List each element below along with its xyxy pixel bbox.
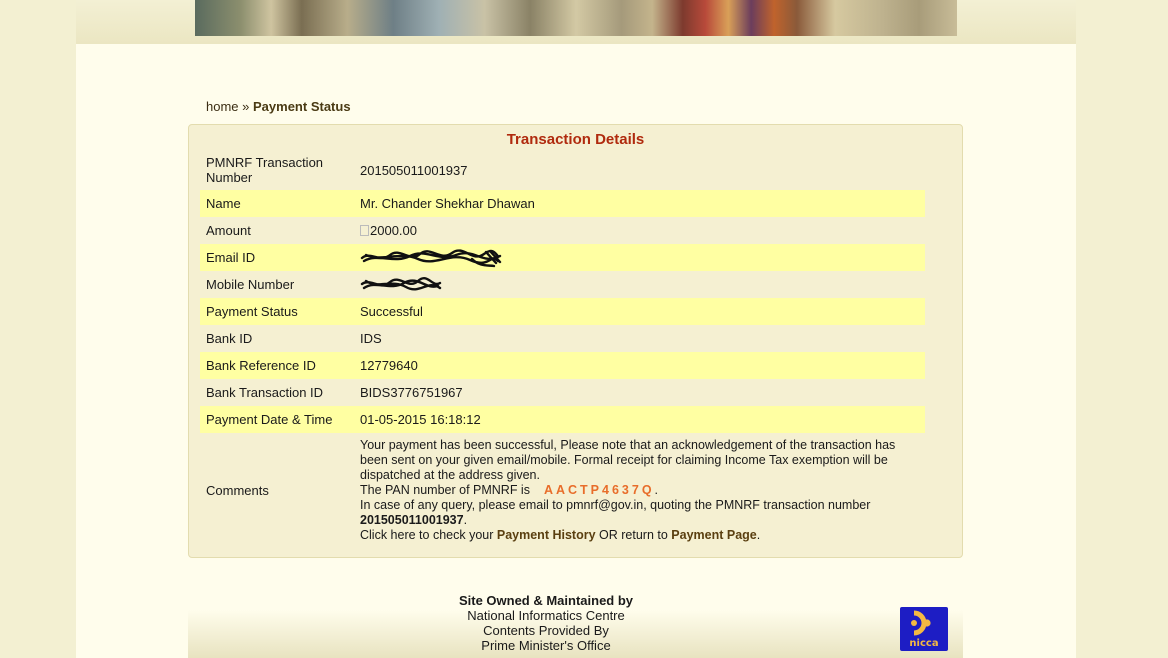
row-label: Comments	[206, 482, 269, 498]
table-row: Bank Reference ID 12779640	[200, 352, 925, 379]
query-text: In case of any query, please email to pm…	[360, 497, 871, 512]
comment-line-acknowledgement: Your payment has been successful, Please…	[360, 437, 896, 482]
table-row: Bank Transaction ID BIDS3776751967	[200, 379, 925, 406]
pan-number: AACTP4637Q	[543, 482, 655, 497]
table-row: PMNRF Transaction Number 201505011001937	[200, 150, 925, 190]
header-banner-image	[195, 0, 957, 36]
row-value: 12779640	[360, 358, 418, 373]
comments-text: Your payment has been successful, Please…	[360, 438, 900, 543]
row-value: Successful	[360, 304, 423, 319]
row-label: Bank Transaction ID	[206, 385, 324, 400]
or-text: OR return to	[599, 527, 668, 542]
row-value	[360, 275, 925, 295]
footer-pmo: Prime Minister's Office	[481, 638, 611, 653]
transaction-details-panel: Transaction Details PMNRF Transaction Nu…	[188, 124, 963, 558]
rupee-icon	[360, 225, 369, 236]
footer-nic: National Informatics Centre	[467, 608, 625, 623]
nicca-logo-label: nicca	[909, 638, 939, 649]
table-row: Email ID	[200, 244, 925, 271]
txn-number-bold: 201505011001937	[360, 512, 464, 527]
nicca-logo: nicca	[900, 607, 948, 651]
row-value: IDS	[360, 331, 382, 346]
row-value: 201505011001937	[360, 162, 468, 178]
row-label: Payment Status	[206, 304, 298, 319]
row-label: PMNRF Transaction Number	[206, 155, 324, 185]
row-label: Amount	[206, 223, 251, 238]
comment-line-pan: The PAN number of PMNRF is AACTP4637Q.	[360, 482, 659, 497]
footer: Site Owned & Maintained by National Info…	[446, 593, 646, 653]
redaction-scribble-icon	[360, 276, 442, 290]
click-prefix: Click here to check your	[360, 527, 494, 542]
row-label: Bank Reference ID	[206, 358, 316, 373]
comments-value: Your payment has been successful, Please…	[360, 438, 925, 543]
nicca-logo-icon	[911, 610, 931, 636]
row-value: BIDS3776751967	[360, 385, 463, 400]
breadcrumb-current: Payment Status	[253, 99, 351, 114]
breadcrumb-home-link[interactable]: home	[206, 99, 239, 114]
amount-value: 2000.00	[370, 223, 417, 238]
table-row: Bank ID IDS	[200, 325, 925, 352]
table-row: Payment Status Successful	[200, 298, 925, 325]
page-container: home » Payment Status Transaction Detail…	[76, 0, 1076, 658]
comment-line-links: Click here to check your Payment History…	[360, 527, 761, 542]
payment-page-link[interactable]: Payment Page	[671, 528, 756, 542]
table-row: Mobile Number	[200, 271, 925, 298]
transaction-table: PMNRF Transaction Number 201505011001937…	[200, 150, 925, 547]
pan-prefix: The PAN number of PMNRF is	[360, 482, 530, 497]
table-row: Amount 2000.00	[200, 217, 925, 244]
table-row: Name Mr. Chander Shekhar Dhawan	[200, 190, 925, 217]
row-value: Mr. Chander Shekhar Dhawan	[360, 196, 535, 211]
row-label: Bank ID	[206, 331, 253, 346]
row-label: Name	[206, 196, 241, 211]
breadcrumb: home » Payment Status	[206, 99, 351, 114]
comment-line-query: In case of any query, please email to pm…	[360, 497, 871, 527]
table-row-comments: Comments Your payment has been successfu…	[200, 433, 925, 547]
row-label: Payment Date & Time	[206, 412, 333, 427]
table-row: Payment Date & Time 01-05-2015 16:18:12	[200, 406, 925, 433]
footer-contents-label: Contents Provided By	[483, 623, 609, 638]
breadcrumb-separator: »	[242, 99, 250, 114]
row-value: 01-05-2015 16:18:12	[360, 412, 481, 427]
row-label: Email ID	[206, 250, 256, 265]
payment-history-link[interactable]: Payment History	[497, 528, 596, 542]
redaction-scribble-icon	[360, 248, 502, 267]
footer-owned-label: Site Owned & Maintained by	[458, 593, 634, 608]
row-label: Mobile Number	[206, 277, 295, 292]
row-value: 2000.00	[360, 223, 925, 238]
panel-title: Transaction Details	[506, 131, 645, 148]
row-value	[360, 247, 925, 269]
